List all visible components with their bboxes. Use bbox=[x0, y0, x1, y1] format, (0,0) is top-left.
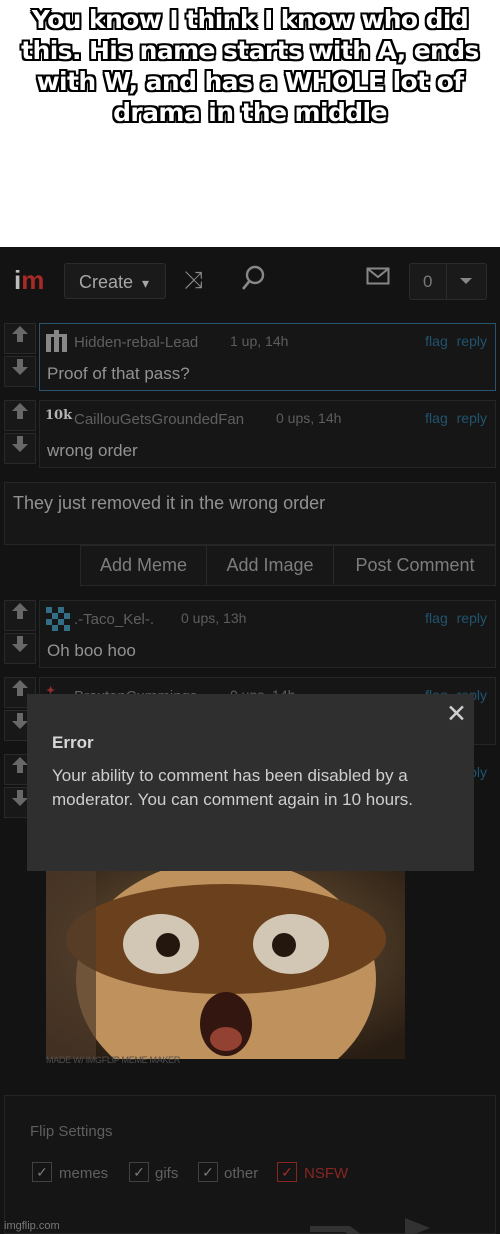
caption-text: You know I think I know who did this. Hi… bbox=[21, 5, 479, 127]
imgflip-screenshot: im Create ▾ ⤨ 0 Hidden-rebal-Lead 1 up, … bbox=[0, 247, 500, 1234]
dialog-message: Your ability to comment has been disable… bbox=[52, 766, 414, 809]
meme-caption-area: You know I think I know who did this. Hi… bbox=[0, 0, 500, 247]
error-dialog: ✕ Error Your ability to comment has been… bbox=[27, 694, 474, 871]
close-icon[interactable]: ✕ bbox=[446, 699, 467, 729]
dialog-title: Error bbox=[52, 733, 94, 752]
